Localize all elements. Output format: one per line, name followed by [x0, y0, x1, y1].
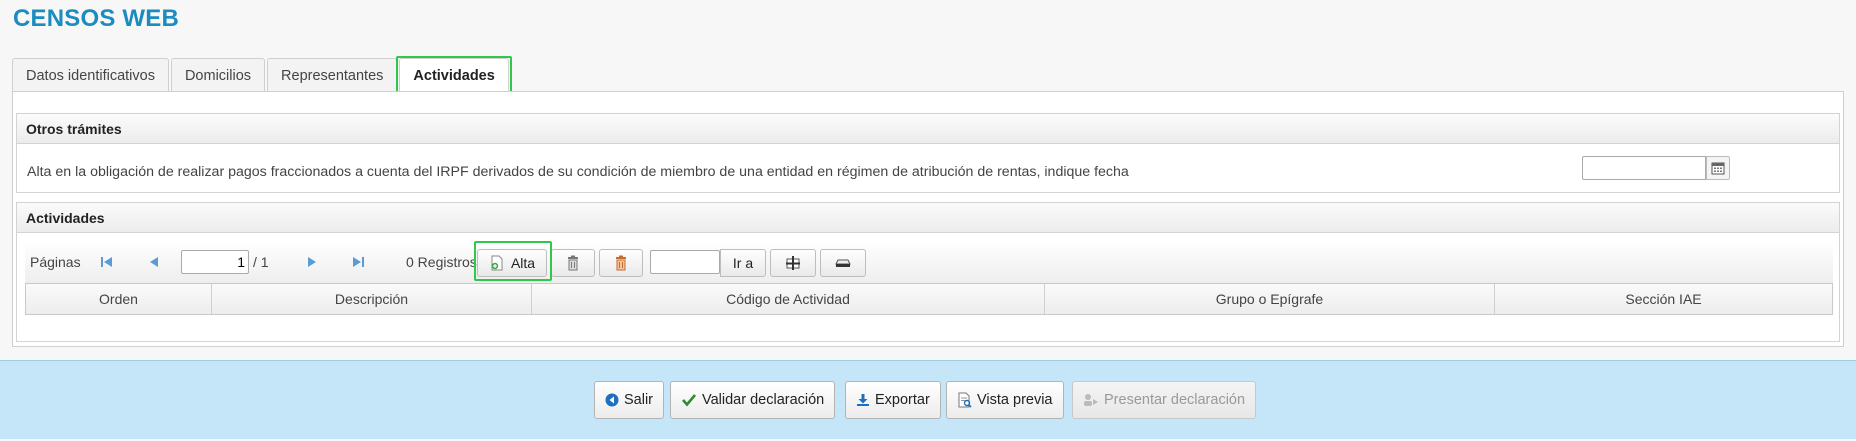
tab-representantes[interactable]: Representantes	[267, 58, 398, 92]
tray-icon	[835, 259, 851, 267]
calendar-button[interactable]	[1706, 156, 1730, 180]
col-seccion-iae[interactable]: Sección IAE	[1495, 284, 1832, 314]
salir-label: Salir	[624, 392, 654, 408]
calendar-icon	[1711, 162, 1725, 175]
alta-label: Alta	[510, 255, 536, 271]
footer-bar: Salir Validar declaración Exportar Vista…	[0, 360, 1856, 439]
grid-header: Orden Descripción Código de Actividad Gr…	[25, 283, 1833, 315]
exportar-label: Exportar	[875, 392, 930, 408]
actividades-title: Actividades	[17, 203, 1839, 233]
otros-tramites-text: Alta en la obligación de realizar pagos …	[27, 164, 1129, 180]
record-count: 0 Registros	[406, 254, 477, 270]
table-add-icon	[786, 256, 800, 270]
add-column-button[interactable]	[770, 249, 816, 277]
vista-previa-label: Vista previa	[977, 392, 1053, 408]
export-grid-button[interactable]	[820, 249, 866, 277]
last-page-button[interactable]	[349, 241, 367, 283]
tab-datos-identificativos[interactable]: Datos identificativos	[12, 58, 169, 92]
col-descripcion[interactable]: Descripción	[212, 284, 532, 314]
validar-button[interactable]: Validar declaración	[670, 381, 836, 419]
tab-domicilios[interactable]: Domicilios	[170, 58, 266, 92]
download-icon	[857, 394, 869, 406]
presentar-button[interactable]: Presentar declaración	[1072, 381, 1257, 419]
page-number-input[interactable]	[181, 250, 249, 274]
grid-toolbar: Páginas / 1	[25, 241, 1833, 283]
otros-tramites-title: Otros trámites	[17, 114, 1839, 144]
alta-button[interactable]: Alta	[477, 249, 547, 277]
tab-bar: Datos identificativos Domicilios Represe…	[12, 56, 513, 94]
preview-document-icon	[958, 392, 972, 408]
first-page-button[interactable]	[98, 241, 116, 283]
present-icon	[1084, 394, 1098, 406]
col-orden[interactable]: Orden	[26, 284, 212, 314]
fecha-input[interactable]	[1582, 156, 1706, 180]
next-page-button[interactable]	[303, 241, 321, 283]
new-document-icon	[491, 255, 503, 271]
vista-previa-button[interactable]: Vista previa	[946, 381, 1064, 419]
trash-icon	[616, 255, 626, 271]
check-icon	[682, 394, 696, 407]
paginas-label: Páginas	[30, 254, 81, 270]
delete-button[interactable]	[551, 249, 595, 277]
goto-input[interactable]	[650, 250, 720, 274]
validar-label: Validar declaración	[702, 392, 825, 408]
next-page-icon	[303, 253, 321, 271]
exportar-button[interactable]: Exportar	[845, 381, 941, 419]
delete-all-button[interactable]	[599, 249, 643, 277]
prev-page-button[interactable]	[145, 241, 163, 283]
tab-panel-actividades: Otros trámites Alta en la obligación de …	[12, 91, 1844, 347]
col-grupo-epigrafe[interactable]: Grupo o Epígrafe	[1045, 284, 1495, 314]
presentar-label: Presentar declaración	[1104, 392, 1246, 408]
tab-actividades[interactable]: Actividades	[396, 56, 513, 94]
page-total: / 1	[253, 254, 269, 270]
back-circle-icon	[605, 393, 619, 407]
app-title: CENSOS WEB	[13, 5, 180, 32]
goto-button[interactable]: Ir a	[720, 249, 766, 277]
last-page-icon	[349, 253, 367, 271]
actividades-panel: Actividades Páginas / 1	[16, 202, 1840, 342]
trash-icon	[568, 255, 578, 271]
salir-button[interactable]: Salir	[594, 381, 665, 419]
first-page-icon	[98, 253, 116, 271]
col-codigo-actividad[interactable]: Código de Actividad	[532, 284, 1045, 314]
prev-page-icon	[145, 253, 163, 271]
otros-tramites-panel: Otros trámites Alta en la obligación de …	[16, 113, 1840, 193]
